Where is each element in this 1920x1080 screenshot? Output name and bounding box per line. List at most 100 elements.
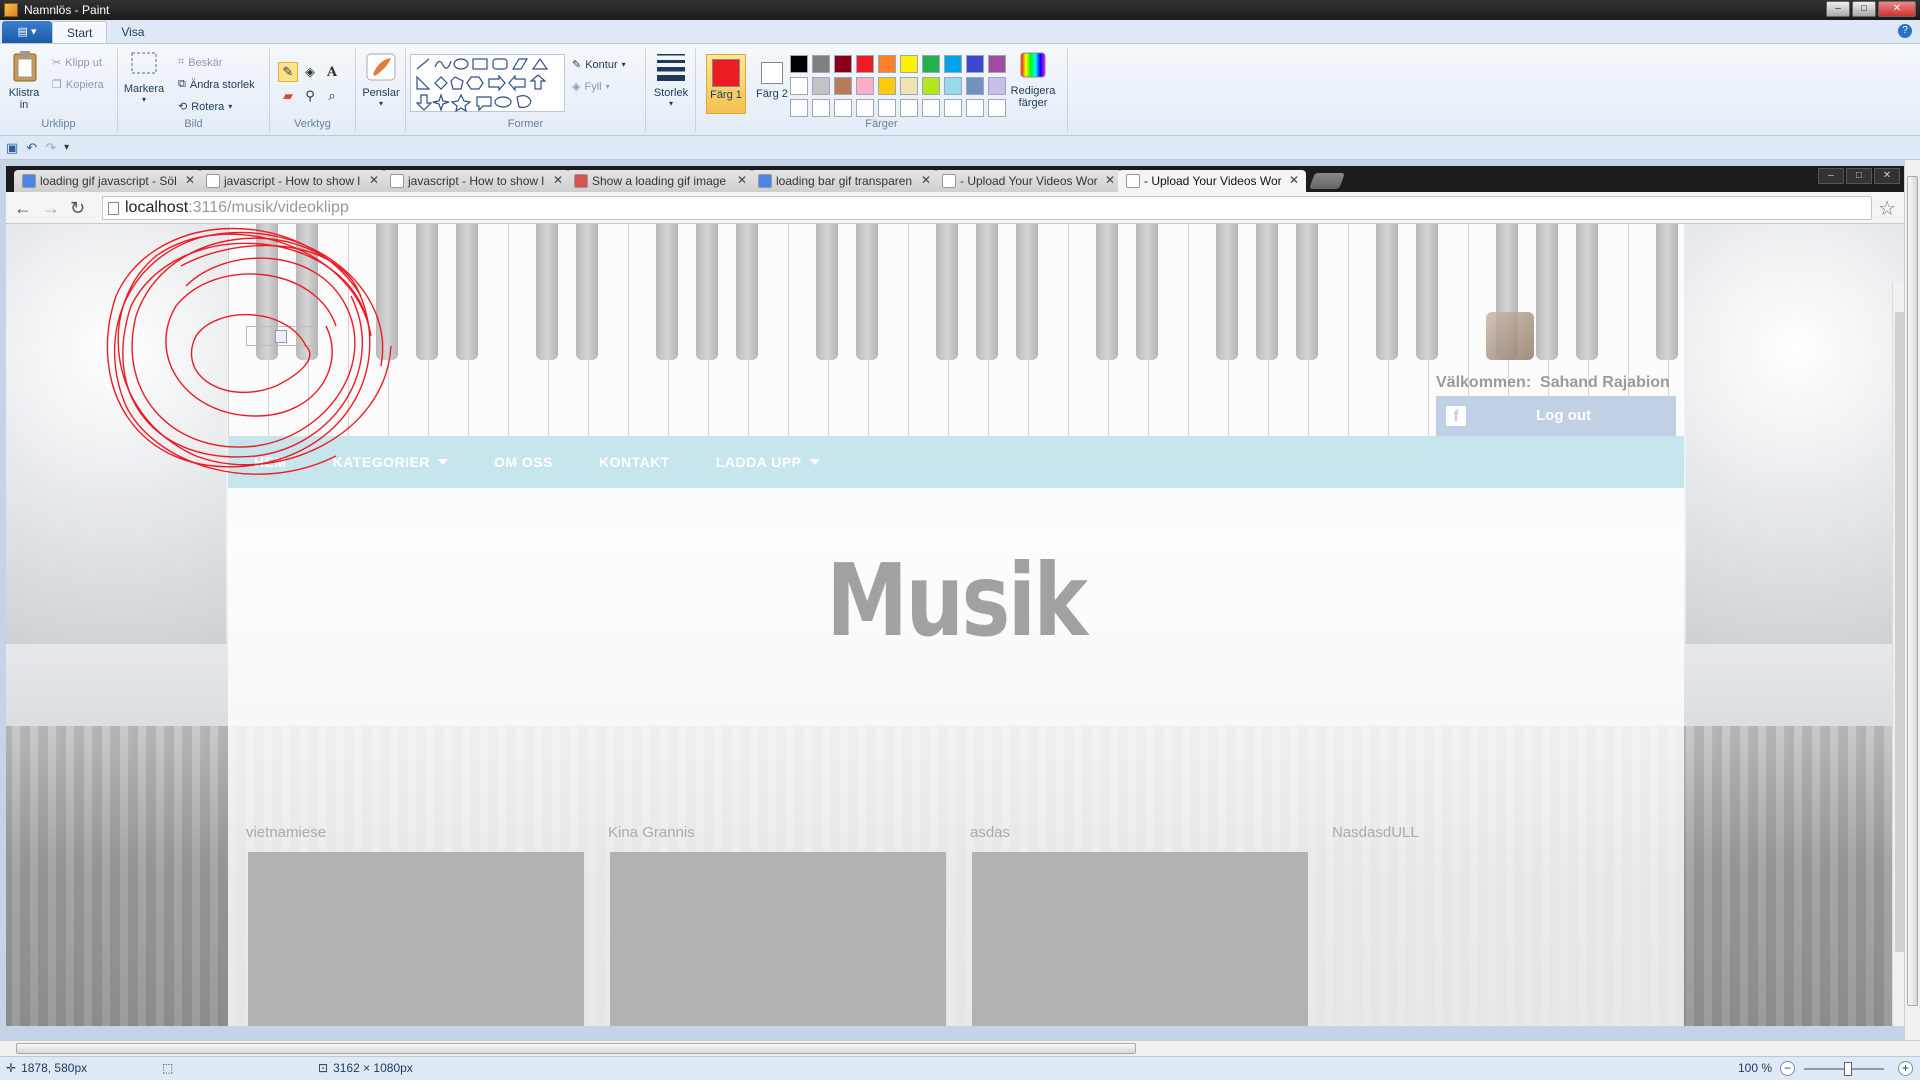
close-tab-icon[interactable]: ✕ — [553, 173, 563, 187]
zoom-slider-knob[interactable] — [1844, 1062, 1852, 1076]
nav-item[interactable]: KONTAKT — [599, 454, 670, 470]
close-tab-icon[interactable]: ✕ — [1105, 173, 1115, 187]
fill-button[interactable]: ◈ Fyll ▾ — [572, 80, 610, 94]
palette-swatch[interactable] — [812, 55, 830, 73]
customize-toolbar-icon[interactable]: ▾ — [64, 142, 69, 153]
text-tool-icon[interactable]: A — [322, 62, 342, 82]
redo-icon[interactable]: ↷ — [45, 140, 56, 156]
palette-swatch[interactable] — [900, 99, 918, 117]
palette-swatch[interactable] — [878, 77, 896, 95]
nav-item[interactable]: HEM — [254, 454, 287, 470]
palette-swatch[interactable] — [988, 77, 1006, 95]
palette-swatch[interactable] — [966, 55, 984, 73]
browser-tab[interactable]: - Upload Your Videos Wor ✕ — [1118, 170, 1306, 192]
close-tab-icon[interactable]: ✕ — [185, 173, 195, 187]
save-icon[interactable]: ▣ — [6, 140, 18, 156]
palette-swatch[interactable] — [944, 99, 962, 117]
palette-swatch[interactable] — [944, 77, 962, 95]
outline-button[interactable]: ✎ Kontur ▾ — [572, 58, 626, 72]
browser-tab[interactable]: Show a loading gif image ✕ — [566, 170, 754, 192]
zoom-slider[interactable] — [1804, 1062, 1884, 1076]
close-button[interactable]: ✕ — [1878, 1, 1916, 17]
palette-swatch[interactable] — [966, 99, 984, 117]
palette-swatch[interactable] — [834, 55, 852, 73]
video-title[interactable]: asdas — [970, 824, 1010, 841]
copy-button[interactable]: ❐ Kopiera — [52, 78, 104, 92]
minimize-button[interactable]: – — [1826, 1, 1850, 17]
browser-tab[interactable]: - Upload Your Videos Wor ✕ — [934, 170, 1122, 192]
brushes-button[interactable]: Penslar ▾ — [360, 50, 402, 108]
palette-swatch[interactable] — [988, 99, 1006, 117]
palette-swatch[interactable] — [900, 55, 918, 73]
palette-swatch[interactable] — [922, 77, 940, 95]
cut-button[interactable]: ✂ Klipp ut — [52, 56, 102, 70]
close-tab-icon[interactable]: ✕ — [1289, 173, 1299, 187]
palette-swatch[interactable] — [812, 77, 830, 95]
palette-swatch[interactable] — [790, 55, 808, 73]
browser-minimize-button[interactable]: – — [1818, 168, 1844, 184]
nav-item[interactable]: LADDA UPP — [716, 454, 820, 470]
nav-item[interactable]: KATEGORIER — [333, 454, 448, 470]
palette-swatch[interactable] — [790, 77, 808, 95]
undo-icon[interactable]: ↶ — [26, 140, 37, 156]
palette-swatch[interactable] — [812, 99, 830, 117]
palette-swatch[interactable] — [856, 55, 874, 73]
palette-swatch[interactable] — [856, 99, 874, 117]
rotate-button[interactable]: ⟲ Rotera ▾ — [178, 100, 232, 114]
browser-maximize-button[interactable]: □ — [1846, 168, 1872, 184]
color2-button[interactable]: Färg 2 — [752, 54, 792, 114]
fill-bucket-icon[interactable]: ◈ — [300, 62, 320, 82]
palette-swatch[interactable] — [900, 77, 918, 95]
browser-tab[interactable]: javascript - How to show l ✕ — [198, 170, 386, 192]
help-icon[interactable]: ? — [1898, 24, 1912, 38]
browser-tab[interactable]: loading bar gif transparen ✕ — [750, 170, 938, 192]
video-player[interactable] — [610, 852, 946, 1026]
color1-button[interactable]: Färg 1 — [706, 54, 746, 114]
palette-swatch[interactable] — [966, 77, 984, 95]
tab-start[interactable]: Start — [52, 21, 108, 43]
palette-swatch[interactable] — [988, 55, 1006, 73]
palette-swatch[interactable] — [790, 99, 808, 117]
close-tab-icon[interactable]: ✕ — [921, 173, 931, 187]
canvas-vertical-scrollbar[interactable] — [1904, 160, 1920, 1040]
forward-arrow-icon[interactable]: → — [42, 198, 60, 219]
palette-swatch[interactable] — [944, 55, 962, 73]
paste-button[interactable]: Klistra in — [6, 50, 44, 111]
palette-swatch[interactable] — [856, 77, 874, 95]
tab-view[interactable]: Visa — [107, 21, 158, 43]
nav-item[interactable]: OM OSS — [494, 454, 553, 470]
browser-tab[interactable]: javascript - How to show l ✕ — [382, 170, 570, 192]
back-arrow-icon[interactable]: ← — [14, 198, 32, 219]
shapes-gallery[interactable] — [410, 54, 565, 113]
canvas-vscroll-thumb[interactable] — [1907, 176, 1918, 1006]
select-button[interactable]: Markera ▾ — [122, 50, 166, 104]
new-tab-button[interactable] — [1309, 173, 1345, 189]
bookmark-star-icon[interactable]: ☆ — [1878, 196, 1896, 221]
resize-button[interactable]: ⧉ Ändra storlek — [178, 78, 255, 91]
video-player[interactable] — [972, 852, 1308, 1026]
palette-swatch[interactable] — [922, 99, 940, 117]
pencil-icon[interactable]: ✎ — [278, 62, 298, 82]
canvas-horizontal-scrollbar[interactable] — [0, 1040, 1920, 1056]
logout-button[interactable]: f Log out — [1436, 396, 1676, 436]
zoom-in-icon[interactable]: + — [1898, 1061, 1913, 1076]
palette-swatch[interactable] — [834, 99, 852, 117]
color-picker-icon[interactable]: ⚲ — [300, 86, 320, 106]
video-title[interactable]: vietnamiese — [246, 824, 326, 841]
paint-menu-button[interactable]: ▤ ▾ — [2, 21, 52, 43]
magnifier-icon[interactable]: ⌕ — [322, 86, 342, 106]
address-bar[interactable]: localhost:3116/musik/videoklipp — [102, 196, 1872, 220]
video-player[interactable] — [248, 852, 584, 1026]
close-tab-icon[interactable]: ✕ — [369, 173, 379, 187]
browser-tab[interactable]: loading gif javascript - Söl ✕ — [14, 170, 202, 192]
video-title[interactable]: Kina Grannis — [608, 824, 695, 841]
canvas-hscroll-thumb[interactable] — [16, 1043, 1136, 1054]
browser-close-button[interactable]: ✕ — [1874, 168, 1900, 184]
reload-icon[interactable]: ↻ — [70, 198, 85, 219]
pasted-image[interactable]: loading gif javascript - Söl ✕ javascript … — [6, 166, 1906, 1026]
eraser-icon[interactable]: ▰ — [278, 86, 298, 106]
palette-swatch[interactable] — [834, 77, 852, 95]
palette-swatch[interactable] — [878, 55, 896, 73]
close-tab-icon[interactable]: ✕ — [737, 173, 747, 187]
video-title[interactable]: NasdasdULL — [1332, 824, 1419, 841]
